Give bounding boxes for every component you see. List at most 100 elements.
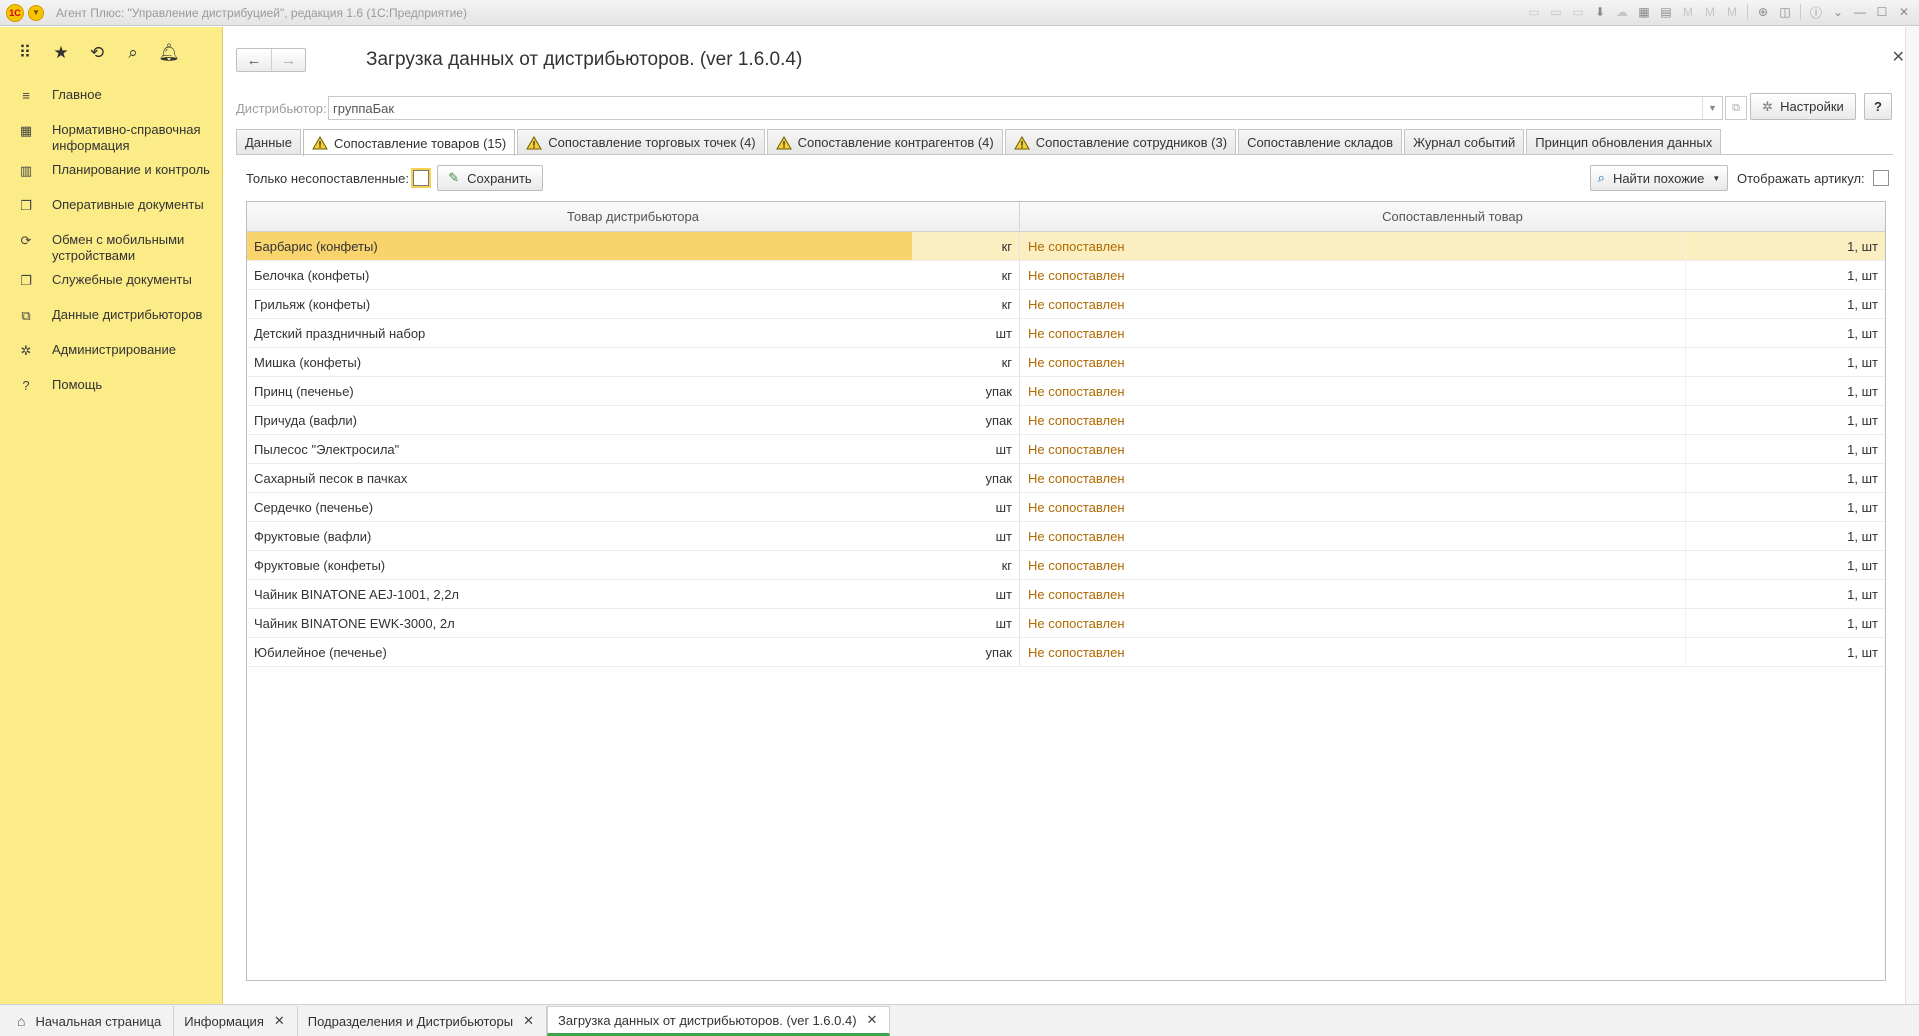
unit-cell[interactable]: упак <box>912 377 1020 405</box>
table-row[interactable]: Мишка (конфеты) кг Не сопоставлен 1, шт <box>247 348 1885 377</box>
main-menu-dropdown-icon[interactable]: ▼ <box>28 4 44 21</box>
settings-button[interactable]: ✲ Настройки <box>1750 93 1856 120</box>
column-matched-product[interactable]: Сопоставленный товар <box>1020 202 1885 231</box>
unit-cell[interactable]: шт <box>912 580 1020 608</box>
download-icon[interactable]: ⬇ <box>1591 3 1609 21</box>
table-row[interactable]: Барбарис (конфеты) кг Не сопоставлен 1, шт <box>247 232 1885 261</box>
calculator-icon[interactable]: ▤ <box>1657 3 1675 21</box>
info-icon[interactable]: ⓘ <box>1807 3 1825 21</box>
find-similar-button[interactable]: ⌕ Найти похожие ▼ <box>1590 165 1728 191</box>
tab[interactable]: Сопоставление контрагентов (4) <box>766 129 1003 155</box>
matched-product-cell[interactable]: Не сопоставлен <box>1020 551 1685 579</box>
matched-product-cell[interactable]: Не сопоставлен <box>1020 435 1685 463</box>
distributor-product-cell[interactable]: Фруктовые (конфеты) <box>247 551 912 579</box>
chevron-down-icon[interactable]: ⌄ <box>1829 3 1847 21</box>
window-tab[interactable]: Подразделения и Дистрибьюторы ✕ <box>297 1006 548 1036</box>
sidebar-item[interactable]: ⧉ Данные дистрибьюторов <box>0 299 222 334</box>
maximize-icon[interactable]: ☐ <box>1873 3 1891 21</box>
distributor-product-cell[interactable]: Грильяж (конфеты) <box>247 290 912 318</box>
distributor-product-cell[interactable]: Чайник BINATONE EWK-3000, 2л <box>247 609 912 637</box>
quantity-cell[interactable]: 1, шт <box>1685 493 1885 521</box>
unit-cell[interactable]: шт <box>912 493 1020 521</box>
table-row[interactable]: Причуда (вафли) упак Не сопоставлен 1, шт <box>247 406 1885 435</box>
quantity-cell[interactable]: 1, шт <box>1685 232 1885 260</box>
memory-minus-icon[interactable]: M <box>1723 3 1741 21</box>
sidebar-item[interactable]: ▦ Нормативно-справочная информация <box>0 114 222 154</box>
matched-product-cell[interactable]: Не сопоставлен <box>1020 464 1685 492</box>
distributor-product-cell[interactable]: Сахарный песок в пачках <box>247 464 912 492</box>
window-tab[interactable]: ⌂ Начальная страница <box>7 1006 175 1036</box>
sidebar-item[interactable]: ? Помощь <box>0 369 222 404</box>
unit-cell[interactable]: кг <box>912 261 1020 289</box>
favorites-star-icon[interactable]: ★ <box>50 42 72 64</box>
quantity-cell[interactable]: 1, шт <box>1685 580 1885 608</box>
table-row[interactable]: Сахарный песок в пачках упак Не сопоставле… <box>247 464 1885 493</box>
tab[interactable]: Журнал событий <box>1404 129 1525 155</box>
distributor-product-cell[interactable]: Детский праздничный набор <box>247 319 912 347</box>
window-tab[interactable]: Информация ✕ <box>174 1006 298 1036</box>
matched-product-cell[interactable]: Не сопоставлен <box>1020 232 1685 260</box>
tab[interactable]: Данные <box>236 129 301 155</box>
close-form-icon[interactable]: ✕ <box>1892 47 1905 67</box>
minimize-icon[interactable]: — <box>1851 3 1869 21</box>
preview-icon[interactable]: ▭ <box>1569 3 1587 21</box>
unit-cell[interactable]: кг <box>912 232 1020 260</box>
tab[interactable]: Сопоставление товаров (15) <box>302 129 516 156</box>
dropdown-arrow-icon[interactable]: ▼ <box>1702 97 1722 119</box>
tab[interactable]: Принцип обновления данных <box>1526 129 1722 155</box>
unit-cell[interactable]: шт <box>912 319 1020 347</box>
quantity-cell[interactable]: 1, шт <box>1685 261 1885 289</box>
sidebar-item[interactable]: ▥ Планирование и контроль <box>0 154 222 189</box>
table-row[interactable]: Детский праздничный набор шт Не сопоставле… <box>247 319 1885 348</box>
window-tab[interactable]: Загрузка данных от дистрибьюторов. (ver … <box>547 1006 891 1036</box>
sidebar-item[interactable]: ✲ Администрирование <box>0 334 222 369</box>
open-link-icon[interactable]: ⧉ <box>1725 96 1747 120</box>
memory-icon[interactable]: M <box>1679 3 1697 21</box>
table-row[interactable]: Белочка (конфеты) кг Не сопоставлен 1, шт <box>247 261 1885 290</box>
unit-cell[interactable]: шт <box>912 522 1020 550</box>
calendar-icon[interactable]: ▦ <box>1635 3 1653 21</box>
quantity-cell[interactable]: 1, шт <box>1685 377 1885 405</box>
close-tab-icon[interactable]: ✕ <box>867 1012 878 1028</box>
table-row[interactable]: Чайник BINATONE EWK-3000, 2л шт Не сопоста… <box>247 609 1885 638</box>
matched-product-cell[interactable]: Не сопоставлен <box>1020 638 1685 666</box>
table-row[interactable]: Чайник BINATONE AEJ-1001, 2,2л шт Не сопос… <box>247 580 1885 609</box>
matched-product-cell[interactable]: Не сопоставлен <box>1020 580 1685 608</box>
matched-product-cell[interactable]: Не сопоставлен <box>1020 522 1685 550</box>
distributor-product-cell[interactable]: Фруктовые (вафли) <box>247 522 912 550</box>
upload-icon[interactable]: ☁ <box>1613 3 1631 21</box>
distributor-product-cell[interactable]: Принц (печенье) <box>247 377 912 405</box>
matched-product-cell[interactable]: Не сопоставлен <box>1020 406 1685 434</box>
sidebar-item[interactable]: ❐ Служебные документы <box>0 264 222 299</box>
panels-icon[interactable]: ◫ <box>1776 3 1794 21</box>
forward-arrow-icon[interactable]: → <box>271 49 305 71</box>
vertical-scrollbar[interactable] <box>1905 27 1919 1004</box>
matched-product-cell[interactable]: Не сопоставлен <box>1020 261 1685 289</box>
close-tab-icon[interactable]: ✕ <box>523 1013 534 1029</box>
tab[interactable]: Сопоставление торговых точек (4) <box>517 129 765 155</box>
quantity-cell[interactable]: 1, шт <box>1685 406 1885 434</box>
table-row[interactable]: Сердечко (печенье) шт Не сопоставлен 1, шт <box>247 493 1885 522</box>
matched-product-cell[interactable]: Не сопоставлен <box>1020 377 1685 405</box>
matched-product-cell[interactable]: Не сопоставлен <box>1020 290 1685 318</box>
close-tab-icon[interactable]: ✕ <box>274 1013 285 1029</box>
quantity-cell[interactable]: 1, шт <box>1685 609 1885 637</box>
save-button[interactable]: ✎ Сохранить <box>436 165 543 191</box>
quantity-cell[interactable]: 1, шт <box>1685 638 1885 666</box>
unit-cell[interactable]: кг <box>912 348 1020 376</box>
quantity-cell[interactable]: 1, шт <box>1685 551 1885 579</box>
1c-logo-icon[interactable]: 1С <box>6 3 24 22</box>
sidebar-item[interactable]: ⟳ Обмен с мобильными устройствами <box>0 224 222 264</box>
unit-cell[interactable]: шт <box>912 435 1020 463</box>
sidebar-item[interactable]: ≡ Главное <box>0 79 222 114</box>
quantity-cell[interactable]: 1, шт <box>1685 348 1885 376</box>
show-article-checkbox[interactable] <box>1872 170 1889 186</box>
table-row[interactable]: Фруктовые (вафли) шт Не сопоставлен 1, шт <box>247 522 1885 551</box>
distributor-product-cell[interactable]: Мишка (конфеты) <box>247 348 912 376</box>
distributor-product-cell[interactable]: Белочка (конфеты) <box>247 261 912 289</box>
distributor-product-cell[interactable]: Барбарис (конфеты) <box>247 232 912 260</box>
all-functions-grid-icon[interactable]: ⠿ <box>14 42 36 64</box>
back-arrow-icon[interactable]: ← <box>237 49 271 71</box>
distributor-product-cell[interactable]: Чайник BINATONE AEJ-1001, 2,2л <box>247 580 912 608</box>
quantity-cell[interactable]: 1, шт <box>1685 522 1885 550</box>
